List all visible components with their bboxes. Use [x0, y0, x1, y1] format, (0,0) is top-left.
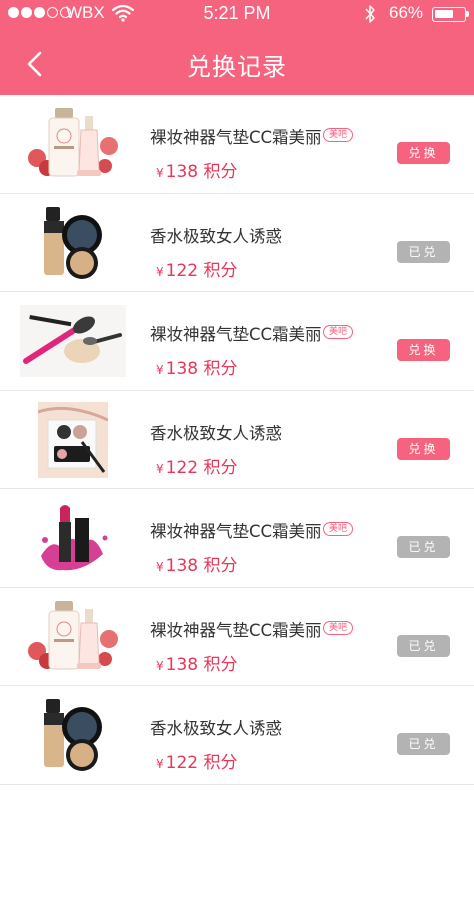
price-value: 138 积分 — [165, 556, 238, 576]
product-price: ¥122 积分 — [156, 453, 238, 478]
product-price: ¥122 积分 — [156, 256, 238, 281]
product-image — [20, 599, 126, 675]
product-image — [20, 106, 126, 182]
list-item[interactable]: 裸妆神器气垫CC霜美丽 美吧 ¥138 积分 已兑 — [0, 489, 474, 588]
status-bar: WBX 5:21 PM 66% — [0, 0, 474, 28]
exchange-status-button[interactable]: 兑换 — [397, 339, 450, 361]
product-title: 裸妆神器气垫CC霜美丽 — [150, 620, 322, 640]
product-image — [20, 401, 126, 478]
product-image — [20, 500, 126, 576]
product-title: 香水极致女人诱惑 — [150, 719, 282, 738]
currency-symbol: ¥ — [156, 363, 164, 377]
product-image — [20, 697, 126, 773]
product-title: 裸妆神器气垫CC霜美丽 — [150, 128, 322, 147]
nav-bar: 兑换记录 — [0, 28, 474, 95]
price-value: 138 积分 — [165, 359, 238, 379]
exchange-status-button[interactable]: 已兑 — [397, 634, 450, 657]
lipstick-splash-image — [41, 505, 108, 571]
price-value: 138 积分 — [165, 162, 238, 182]
eyeshadow-palette-image — [38, 401, 108, 478]
product-title: 裸妆神器气垫CC霜美丽 — [150, 522, 322, 541]
product-title: 香水极致女人诱惑 — [150, 423, 282, 443]
product-tag: 美吧 — [323, 128, 354, 142]
product-title: 香水极致女人诱惑 — [150, 226, 282, 246]
battery-tip — [466, 11, 469, 17]
exchange-status-button[interactable]: 兑换 — [397, 142, 450, 164]
bluetooth-icon — [365, 5, 375, 23]
exchange-status-button[interactable]: 已兑 — [397, 240, 450, 263]
product-image — [20, 303, 126, 379]
currency-symbol: ¥ — [156, 166, 164, 180]
list-item[interactable]: 裸妆神器气垫CC霜美丽 美吧 ¥138 积分 兑换 — [0, 292, 474, 391]
foundation-compact-image — [44, 206, 102, 279]
product-title: 裸妆神器气垫CC霜美丽 — [150, 325, 322, 344]
price-value: 138 积分 — [165, 654, 238, 675]
product-price: ¥138 积分 — [156, 551, 238, 576]
product-tag: 美吧 — [323, 522, 354, 536]
header: WBX 5:21 PM 66% 兑换记录 — [0, 0, 474, 95]
currency-symbol: ¥ — [156, 461, 164, 476]
makeup-brush-image — [20, 305, 126, 377]
battery-icon — [432, 7, 466, 22]
list-item[interactable]: 裸妆神器气垫CC霜美丽 美吧 ¥138 积分 已兑 — [0, 588, 474, 686]
exchange-record-list: 裸妆神器气垫CC霜美丽 美吧 ¥138 积分 兑换 香水极致女人诱惑 ¥122 … — [0, 95, 474, 785]
exchange-status-button[interactable]: 已兑 — [397, 536, 450, 558]
exchange-status-button[interactable]: 兑换 — [397, 437, 450, 460]
product-price: ¥138 积分 — [156, 650, 238, 675]
product-price: ¥138 积分 — [156, 157, 238, 182]
list-item[interactable]: 裸妆神器气垫CC霜美丽 美吧 ¥138 积分 兑换 — [0, 95, 474, 194]
price-value: 122 积分 — [165, 260, 238, 281]
currency-symbol: ¥ — [156, 658, 164, 673]
foundation-compact-image — [44, 699, 102, 771]
exchange-status-button[interactable]: 已兑 — [397, 733, 450, 755]
currency-symbol: ¥ — [156, 264, 164, 279]
list-item[interactable]: 香水极致女人诱惑 ¥122 积分 兑换 — [0, 391, 474, 489]
product-price: ¥138 积分 — [156, 354, 238, 379]
list-item[interactable]: 香水极致女人诱惑 ¥122 积分 已兑 — [0, 686, 474, 785]
product-image — [20, 205, 126, 281]
page-title: 兑换记录 — [187, 53, 287, 81]
battery-percent: 66% — [389, 3, 424, 22]
currency-symbol: ¥ — [156, 757, 164, 771]
product-price: ¥122 积分 — [156, 748, 238, 773]
perfume-bottle-image — [28, 600, 118, 669]
perfume-bottle-image — [28, 108, 118, 177]
price-value: 122 积分 — [165, 753, 238, 773]
currency-symbol: ¥ — [156, 560, 164, 574]
product-tag: 美吧 — [323, 325, 354, 339]
product-tag: 美吧 — [323, 620, 354, 635]
list-item[interactable]: 香水极致女人诱惑 ¥122 积分 已兑 — [0, 194, 474, 292]
price-value: 122 积分 — [165, 457, 238, 478]
